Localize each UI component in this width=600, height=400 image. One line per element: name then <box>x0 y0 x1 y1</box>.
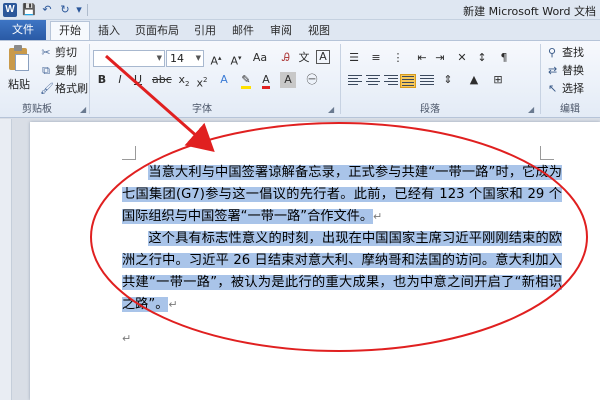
tab-home[interactable]: 开始 <box>50 21 90 41</box>
tab-insert[interactable]: 插入 <box>92 22 126 40</box>
document-body[interactable]: 当意大利与中国签署谅解备忘录，正式参与共建“一带一路”时，它成为七国集团(G7)… <box>122 162 562 316</box>
select-button[interactable]: ↖ 选择 <box>548 81 584 97</box>
title-bar: W 💾 ↶ ↻ ▾ 新建 Microsoft Word 文档 <box>0 0 600 20</box>
tab-page-layout[interactable]: 页面布局 <box>130 22 184 40</box>
clipboard-group-label: 剪贴板 <box>22 104 52 115</box>
enclose-char-icon[interactable]: A <box>316 50 330 64</box>
quick-access-divider <box>87 4 88 16</box>
format-painter-label: 格式刷 <box>55 82 88 95</box>
grow-font-icon[interactable]: A▴ <box>208 50 224 68</box>
select-label: 选择 <box>562 82 584 95</box>
justify-icon[interactable] <box>400 74 416 88</box>
document-page[interactable]: 当意大利与中国签署谅解备忘录，正式参与共建“一带一路”时，它成为七国集团(G7)… <box>30 122 600 400</box>
sort-icon[interactable]: ↕ <box>474 50 490 66</box>
cut-button[interactable]: ✂ 剪切 <box>40 45 77 61</box>
margin-corner-mark <box>540 146 554 160</box>
tab-review[interactable]: 审阅 <box>264 22 298 40</box>
paragraph-group-label: 段落 <box>420 104 440 115</box>
group-divider <box>540 44 541 114</box>
decrease-indent-icon[interactable]: ⇤ <box>414 50 430 66</box>
save-icon[interactable]: 💾 <box>22 3 36 17</box>
cursor-icon: ↖ <box>548 82 558 95</box>
font-launcher-icon[interactable]: ◢ <box>328 105 334 114</box>
copy-label: 复制 <box>55 64 77 77</box>
ribbon-tabs: 文件 开始 插入 页面布局 引用 邮件 审阅 视图 <box>0 20 600 41</box>
selected-text[interactable]: 当意大利与中国签署谅解备忘录，正式参与共建“一带一路”时，它成为七国集团(G7)… <box>122 165 562 224</box>
strikethrough-icon[interactable]: abc <box>152 72 172 88</box>
borders-icon[interactable]: ⊞ <box>490 72 506 88</box>
subscript-icon[interactable]: x2 <box>176 72 192 88</box>
font-name-combo[interactable]: ▼ <box>93 50 165 67</box>
ribbon-home: 粘贴 ✂ 剪切 ⧉ 复制 🖌格式刷 剪贴板 ◢ ▼ 14 ▼ A▴ A▾ Aa Ꭿ 文… <box>0 40 600 118</box>
highlight-icon[interactable]: ✎ <box>238 72 254 89</box>
vertical-ruler <box>0 119 12 400</box>
phonetic-guide-icon[interactable]: 文 <box>296 50 312 66</box>
clipboard-launcher-icon[interactable]: ◢ <box>80 105 86 114</box>
paragraph-mark: ↵ <box>373 210 383 223</box>
paste-label: 粘贴 <box>8 78 30 91</box>
font-size-combo[interactable]: 14 ▼ <box>166 50 204 67</box>
binoculars-icon: ⚲ <box>548 46 557 59</box>
tab-mailings[interactable]: 邮件 <box>226 22 260 40</box>
increase-indent-icon[interactable]: ⇥ <box>432 50 448 66</box>
tab-view[interactable]: 视图 <box>302 22 336 40</box>
tab-file[interactable]: 文件 <box>0 20 46 40</box>
replace-icon: ⇄ <box>548 64 558 77</box>
chevron-down-icon: ▼ <box>156 54 162 62</box>
margin-corner-mark <box>122 146 136 160</box>
chevron-down-icon: ▼ <box>195 54 201 62</box>
word-logo-icon[interactable]: W <box>3 3 17 17</box>
copy-icon: ⧉ <box>42 64 50 77</box>
brush-icon: 🖌 <box>40 82 54 95</box>
align-center-icon[interactable] <box>366 75 380 87</box>
shrink-font-icon[interactable]: A▾ <box>228 50 244 68</box>
italic-icon[interactable]: I <box>112 72 128 88</box>
paste-icon <box>7 45 31 73</box>
numbering-icon[interactable]: ≡ <box>368 50 384 66</box>
text-effects-icon[interactable]: A <box>216 72 232 88</box>
font-group-label: 字体 <box>192 104 212 115</box>
find-button[interactable]: ⚲ 查找 <box>548 45 584 61</box>
cut-label: 剪切 <box>55 46 77 59</box>
align-left-icon[interactable] <box>348 75 362 87</box>
char-shading-icon[interactable]: A <box>280 72 296 88</box>
change-case-icon[interactable]: Aa <box>252 50 268 66</box>
align-right-icon[interactable] <box>384 75 398 87</box>
show-marks-icon[interactable]: ¶ <box>496 50 512 66</box>
font-size-value: 14 <box>170 52 184 65</box>
scissors-icon: ✂ <box>41 46 51 59</box>
multilevel-list-icon[interactable]: ⋮ <box>390 50 406 66</box>
customize-quick-access-icon[interactable]: ▾ <box>72 3 86 17</box>
superscript-icon[interactable]: x2 <box>194 72 210 90</box>
chinese-layout-icon[interactable]: ✕ <box>454 50 470 66</box>
bold-icon[interactable]: B <box>94 72 110 88</box>
char-border-icon[interactable]: ㊀ <box>304 72 320 88</box>
paragraph-2[interactable]: 这个具有标志性意义的时刻，出现在中国国家主席习近平刚刚结束的欧洲之行中。习近平 … <box>122 228 562 316</box>
paste-button[interactable]: 粘贴 <box>4 45 34 101</box>
paragraph-mark: ↵ <box>168 298 178 311</box>
empty-paragraph-mark: ↵ <box>122 332 132 345</box>
paragraph-launcher-icon[interactable]: ◢ <box>528 105 534 114</box>
paragraph-1[interactable]: 当意大利与中国签署谅解备忘录，正式参与共建“一带一路”时，它成为七国集团(G7)… <box>122 162 562 228</box>
bullets-icon[interactable]: ☰ <box>346 50 362 66</box>
shading-icon[interactable]: ▲ <box>466 72 482 88</box>
redo-icon[interactable]: ↻ <box>58 3 72 17</box>
editing-group-label: 编辑 <box>560 104 580 115</box>
clear-formatting-icon[interactable]: Ꭿ <box>278 50 294 66</box>
tab-references[interactable]: 引用 <box>188 22 222 40</box>
format-painter-button[interactable]: 🖌格式刷 <box>40 81 88 97</box>
window-title: 新建 Microsoft Word 文档 <box>463 5 596 18</box>
line-spacing-icon[interactable]: ⇕ <box>440 72 456 88</box>
replace-button[interactable]: ⇄ 替换 <box>548 63 584 79</box>
undo-icon[interactable]: ↶ <box>40 3 54 17</box>
find-label: 查找 <box>562 46 584 59</box>
underline-icon[interactable]: U <box>130 72 146 88</box>
distributed-icon[interactable] <box>420 75 434 87</box>
font-color-icon[interactable]: A <box>258 72 274 89</box>
group-divider <box>340 44 341 114</box>
replace-label: 替换 <box>562 64 584 77</box>
copy-button[interactable]: ⧉ 复制 <box>40 63 77 79</box>
selected-text[interactable]: 这个具有标志性意义的时刻，出现在中国国家主席习近平刚刚结束的欧洲之行中。习近平 … <box>122 231 562 312</box>
group-divider <box>89 44 90 114</box>
